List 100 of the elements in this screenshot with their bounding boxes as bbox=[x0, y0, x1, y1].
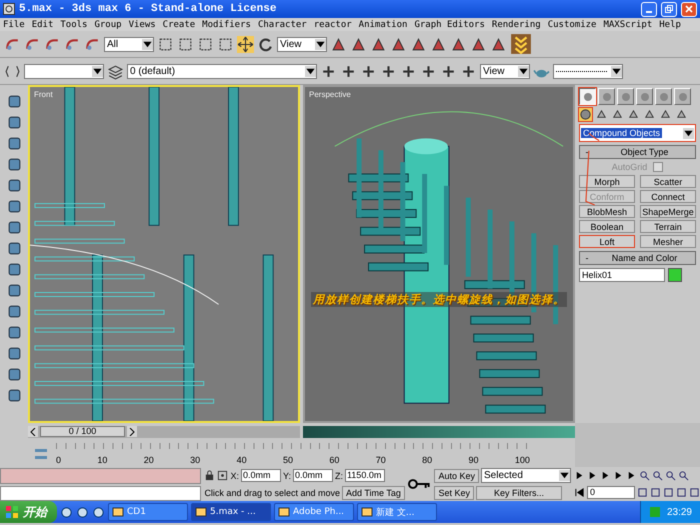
sphere-icon[interactable] bbox=[579, 108, 592, 121]
object-type-button[interactable]: Boolean bbox=[579, 220, 635, 233]
tool-icon[interactable] bbox=[627, 108, 640, 121]
object-type-button[interactable]: Mesher bbox=[640, 235, 696, 248]
menu-item[interactable]: Character bbox=[258, 20, 307, 30]
time-slider-thumb[interactable]: 0 / 100 bbox=[40, 426, 125, 437]
tool-icon[interactable] bbox=[350, 36, 367, 52]
tool-icon[interactable] bbox=[390, 36, 407, 52]
tool-icon[interactable] bbox=[490, 36, 507, 52]
set-key-button[interactable]: Set Key bbox=[434, 486, 474, 500]
reference-coordinate-dropdown[interactable]: View bbox=[277, 36, 327, 52]
tool-icon[interactable] bbox=[6, 135, 22, 152]
tool-icon[interactable] bbox=[410, 36, 427, 52]
playback-icon[interactable] bbox=[600, 470, 611, 481]
object-type-button[interactable]: Scatter bbox=[640, 175, 696, 188]
quick-launch-icon[interactable] bbox=[60, 506, 73, 518]
render-preset-dropdown[interactable] bbox=[553, 64, 623, 78]
key-mode-icon[interactable] bbox=[574, 487, 585, 498]
tool-icon[interactable] bbox=[6, 177, 22, 194]
zoom-icon[interactable] bbox=[639, 470, 650, 481]
time-slider-track[interactable]: 0 / 100 bbox=[28, 426, 300, 438]
zoom-icon[interactable] bbox=[678, 470, 689, 481]
y-coordinate-field[interactable]: 0.0mm bbox=[292, 469, 333, 482]
tool-icon[interactable] bbox=[659, 108, 672, 121]
menu-item[interactable]: Views bbox=[128, 20, 156, 30]
key-filters-button[interactable]: Key Filters... bbox=[476, 486, 562, 500]
tool-icon[interactable] bbox=[450, 36, 467, 52]
quick-launch-icon[interactable] bbox=[92, 506, 105, 518]
quick-launch-icon[interactable] bbox=[76, 506, 89, 518]
tool-icon[interactable] bbox=[6, 324, 22, 341]
taskbar-button[interactable]: 5.max - ... bbox=[191, 503, 271, 521]
navigation-icon[interactable] bbox=[663, 487, 674, 498]
selection-filter-dropdown[interactable]: All bbox=[104, 36, 154, 52]
restore-button[interactable] bbox=[661, 2, 677, 16]
tool-icon[interactable] bbox=[470, 36, 487, 52]
object-color-swatch[interactable] bbox=[668, 268, 682, 282]
menu-item[interactable]: reactor bbox=[314, 20, 352, 30]
viewport[interactable]: Perspective 用放样创建楼梯扶手。选中螺旋线，如图选择。 bbox=[303, 85, 575, 423]
named-selection-dropdown[interactable] bbox=[24, 64, 104, 78]
tool-icon[interactable] bbox=[6, 303, 22, 320]
tool-icon[interactable] bbox=[6, 240, 22, 257]
rollout-header[interactable]: - Object Type bbox=[579, 145, 696, 159]
tool-icon[interactable] bbox=[6, 219, 22, 236]
tool-icon[interactable] bbox=[430, 36, 447, 52]
previous-frame-button[interactable] bbox=[28, 426, 38, 437]
maxscript-listener-field[interactable] bbox=[0, 468, 202, 484]
auto-key-button[interactable]: Auto Key bbox=[434, 468, 479, 482]
taskbar-button[interactable]: Adobe Ph... bbox=[274, 503, 354, 521]
timeline-ruler[interactable]: 0 10 20 30 40 50 60 70 80 90 100 bbox=[56, 442, 530, 464]
tool-icon[interactable] bbox=[177, 36, 194, 52]
next-frame-button[interactable] bbox=[127, 426, 137, 437]
tool-icon[interactable] bbox=[330, 36, 347, 52]
playback-icon[interactable] bbox=[613, 470, 624, 481]
menu-item[interactable]: Animation bbox=[358, 20, 408, 30]
key-mode-dropdown[interactable]: Selected bbox=[481, 468, 571, 483]
navigation-icon[interactable] bbox=[650, 487, 661, 498]
autogrid-checkbox[interactable] bbox=[653, 162, 664, 172]
rotate-icon[interactable] bbox=[257, 36, 274, 52]
tool-icon[interactable] bbox=[595, 108, 608, 121]
menu-item[interactable]: Edit bbox=[32, 20, 54, 30]
menu-item[interactable]: MAXScript bbox=[603, 20, 652, 30]
rollout-header[interactable]: - Name and Color bbox=[579, 251, 696, 265]
menu-item[interactable]: File bbox=[3, 20, 25, 30]
tool-icon[interactable] bbox=[6, 345, 22, 362]
tool-icon[interactable] bbox=[370, 36, 387, 52]
lock-icon[interactable] bbox=[204, 470, 216, 481]
taskbar-button[interactable]: 新建 文... bbox=[357, 503, 437, 521]
menu-item[interactable]: Help bbox=[659, 20, 681, 30]
zoom-icon[interactable] bbox=[652, 470, 663, 481]
navigation-icon[interactable] bbox=[689, 487, 700, 498]
tool-icon[interactable] bbox=[197, 36, 214, 52]
playback-icon[interactable] bbox=[626, 470, 637, 481]
tool-icon[interactable] bbox=[6, 114, 22, 131]
render-view-dropdown[interactable]: View bbox=[480, 64, 530, 78]
object-type-button[interactable]: Loft bbox=[579, 235, 635, 248]
tool-icon[interactable] bbox=[6, 93, 22, 110]
current-frame-field[interactable]: 0 bbox=[587, 486, 635, 499]
object-type-button[interactable]: Connect bbox=[640, 190, 696, 203]
zoom-icon[interactable] bbox=[665, 470, 676, 481]
tool-icon[interactable] bbox=[6, 387, 22, 404]
move-icon[interactable] bbox=[237, 36, 254, 52]
object-type-button[interactable]: Morph bbox=[579, 175, 635, 188]
object-type-button[interactable]: Terrain bbox=[640, 220, 696, 233]
x-coordinate-field[interactable]: 0.0mm bbox=[240, 469, 281, 482]
tool-icon[interactable] bbox=[643, 108, 656, 121]
close-button[interactable] bbox=[681, 2, 697, 16]
navigation-icon[interactable] bbox=[676, 487, 687, 498]
tool-icon[interactable] bbox=[675, 108, 688, 121]
viewport[interactable]: Front bbox=[28, 85, 300, 423]
playback-icon[interactable] bbox=[574, 470, 585, 481]
absolute-mode-icon[interactable] bbox=[217, 470, 228, 481]
tool-icon[interactable] bbox=[6, 366, 22, 383]
add-time-tag-button[interactable]: Add Time Tag bbox=[342, 486, 405, 500]
z-coordinate-field[interactable]: 1150.0m bbox=[344, 469, 385, 482]
layer-dropdown[interactable]: 0 (default) bbox=[127, 64, 317, 78]
category-dropdown[interactable]: Compound Objects bbox=[579, 124, 696, 142]
menu-item[interactable]: Customize bbox=[548, 20, 596, 30]
chevron-icon[interactable] bbox=[510, 33, 532, 55]
object-type-button[interactable]: BlobMesh bbox=[579, 205, 635, 218]
menu-item[interactable]: Modifiers bbox=[202, 20, 251, 30]
